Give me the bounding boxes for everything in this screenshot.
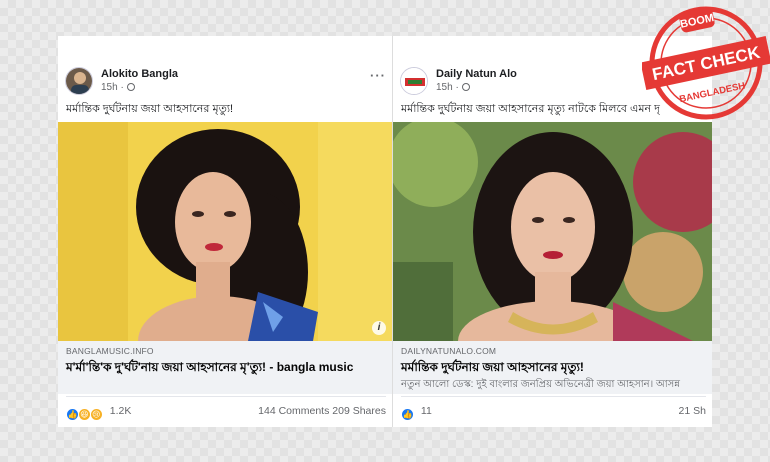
page-avatar[interactable]: [400, 67, 428, 95]
share-count[interactable]: 209 Shares: [332, 405, 386, 417]
post-stats: 144 Comments 209 Shares: [258, 405, 386, 417]
link-title[interactable]: মর্মান্তিক দুর্ঘটনায় জয়া আহসানের মৃত্য…: [401, 360, 704, 374]
post-time[interactable]: 15h ·: [101, 82, 135, 93]
reaction-icons[interactable]: 👍: [401, 408, 414, 421]
fact-check-stamp: BOOM FACT CHECK BANGLADESH: [642, 6, 770, 120]
post-photo[interactable]: [393, 122, 712, 341]
link-title[interactable]: ম'র্মা'ন্তি'ক দু'র্ঘট'নায় জয়া আহসানের …: [66, 360, 384, 374]
reaction-bar: 👍 😆 😢 1.2K 144 Comments 209 Shares: [66, 396, 386, 422]
share-count[interactable]: 21 Sh: [679, 405, 706, 417]
post-caption: মর্মান্তিক দুর্ঘটনায় জয়া আহসানের মৃত্য…: [66, 103, 234, 115]
page-name[interactable]: Alokito Bangla: [101, 68, 178, 80]
info-icon[interactable]: i: [372, 321, 386, 335]
post-time-text: 15h ·: [101, 82, 124, 93]
reaction-icons[interactable]: 👍 😆 😢: [66, 408, 103, 421]
more-options-icon[interactable]: ···: [370, 68, 386, 83]
link-description: নতুন আলো ডেস্ক: দুই বাংলার জনপ্রিয় অভিন…: [401, 379, 680, 390]
link-domain: BANGLAMUSIC.INFO: [66, 346, 154, 356]
link-domain: DAILYNATUNALO.COM: [401, 346, 497, 356]
screenshot-canvas: Alokito Bangla 15h · ··· মর্মান্তিক দুর্…: [58, 36, 712, 427]
haha-reaction-icon: 😆: [77, 408, 91, 421]
reaction-count[interactable]: 11: [421, 405, 432, 417]
reaction-count[interactable]: 1.2K: [110, 405, 132, 417]
globe-icon: [461, 83, 470, 91]
post-photo[interactable]: i: [58, 122, 392, 341]
like-reaction-icon: 👍: [401, 408, 414, 421]
link-preview[interactable]: DAILYNATUNALO.COM মর্মান্তিক দুর্ঘটনায় …: [393, 341, 712, 394]
link-preview[interactable]: BANGLAMUSIC.INFO ম'র্মা'ন্তি'ক দু'র্ঘট'ন…: [58, 341, 392, 394]
post-time[interactable]: 15h ·: [436, 82, 470, 93]
page-name[interactable]: Daily Natun Alo: [436, 68, 517, 80]
post-stats: 21 Sh: [679, 405, 706, 417]
sad-reaction-icon: 😢: [89, 408, 103, 421]
post-header: Alokito Bangla 15h · ···: [65, 63, 386, 97]
comment-count[interactable]: 144 Comments: [258, 405, 329, 417]
globe-icon: [126, 83, 135, 91]
page-avatar[interactable]: [65, 67, 93, 95]
stamp-region: BANGLADESH: [678, 80, 746, 105]
post-time-text: 15h ·: [436, 82, 459, 93]
facebook-post-alokito-bangla: Alokito Bangla 15h · ··· মর্মান্তিক দুর্…: [58, 36, 392, 427]
reaction-bar: 👍 11 21 Sh: [401, 396, 706, 422]
